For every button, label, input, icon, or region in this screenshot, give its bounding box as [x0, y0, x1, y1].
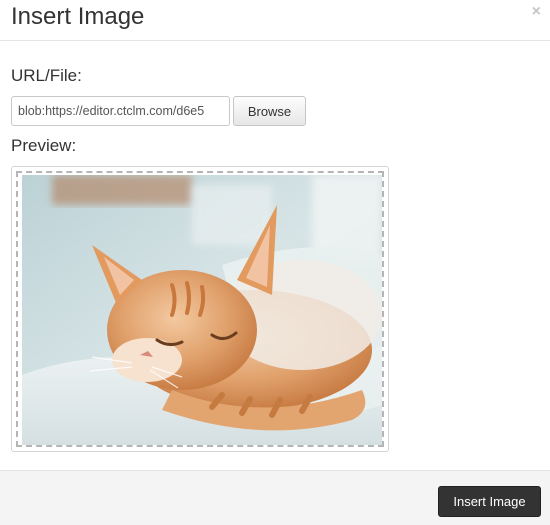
- preview-dashed-border: [16, 171, 384, 447]
- preview-frame: [11, 166, 389, 452]
- url-file-input[interactable]: [11, 96, 230, 126]
- preview-label: Preview:: [11, 136, 77, 155]
- dialog-title: Insert Image: [11, 3, 145, 30]
- dialog-footer: Insert Image: [0, 470, 550, 525]
- dialog-header: Insert Image ×: [0, 0, 550, 41]
- insert-image-button[interactable]: Insert Image: [438, 486, 541, 517]
- insert-image-dialog: Insert Image × URL/File: Browse Preview:: [0, 0, 550, 525]
- url-file-label: URL/File:: [11, 66, 82, 85]
- browse-button[interactable]: Browse: [233, 96, 306, 126]
- preview-image: [22, 175, 382, 445]
- close-icon[interactable]: ×: [532, 4, 541, 20]
